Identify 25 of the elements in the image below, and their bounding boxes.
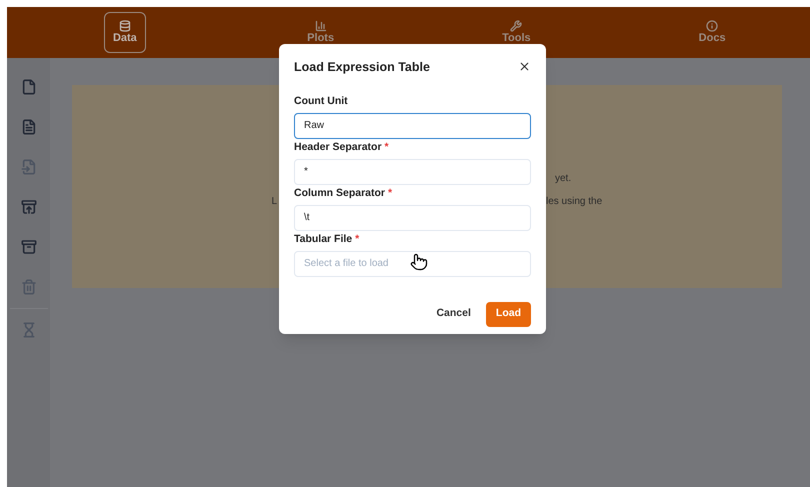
file-icon[interactable] — [20, 78, 36, 96]
nav-tab[interactable]: Tools — [495, 12, 538, 53]
nav-tab[interactable]: Data — [104, 12, 146, 53]
bar-chart-icon — [314, 20, 327, 32]
field-label: Tabular File * — [294, 232, 360, 247]
cancel-button[interactable]: Cancel — [435, 302, 472, 327]
notice-text: L — [271, 196, 277, 207]
info-icon — [706, 20, 718, 32]
load-button[interactable]: Load — [486, 302, 531, 327]
hand-pointer-icon — [410, 253, 428, 271]
field-label: Column Separator * — [294, 186, 394, 201]
database-icon — [118, 20, 131, 32]
text-field[interactable]: Raw — [294, 112, 531, 139]
nav-tab[interactable]: Docs — [691, 12, 734, 53]
field-label: Count Unit — [294, 94, 349, 109]
notice-text: les using the — [546, 196, 602, 207]
document-icon[interactable] — [20, 118, 36, 136]
text-field[interactable]: \t — [294, 204, 531, 231]
tools-icon — [510, 20, 522, 32]
close-icon[interactable] — [518, 60, 531, 73]
notice-text: yet. — [555, 173, 572, 184]
field-label: Header Separator * — [294, 140, 390, 155]
nav-tab[interactable]: Plots — [300, 12, 342, 53]
dialog-title: Load Expression Table — [294, 59, 430, 76]
text-field[interactable]: * — [294, 158, 531, 185]
